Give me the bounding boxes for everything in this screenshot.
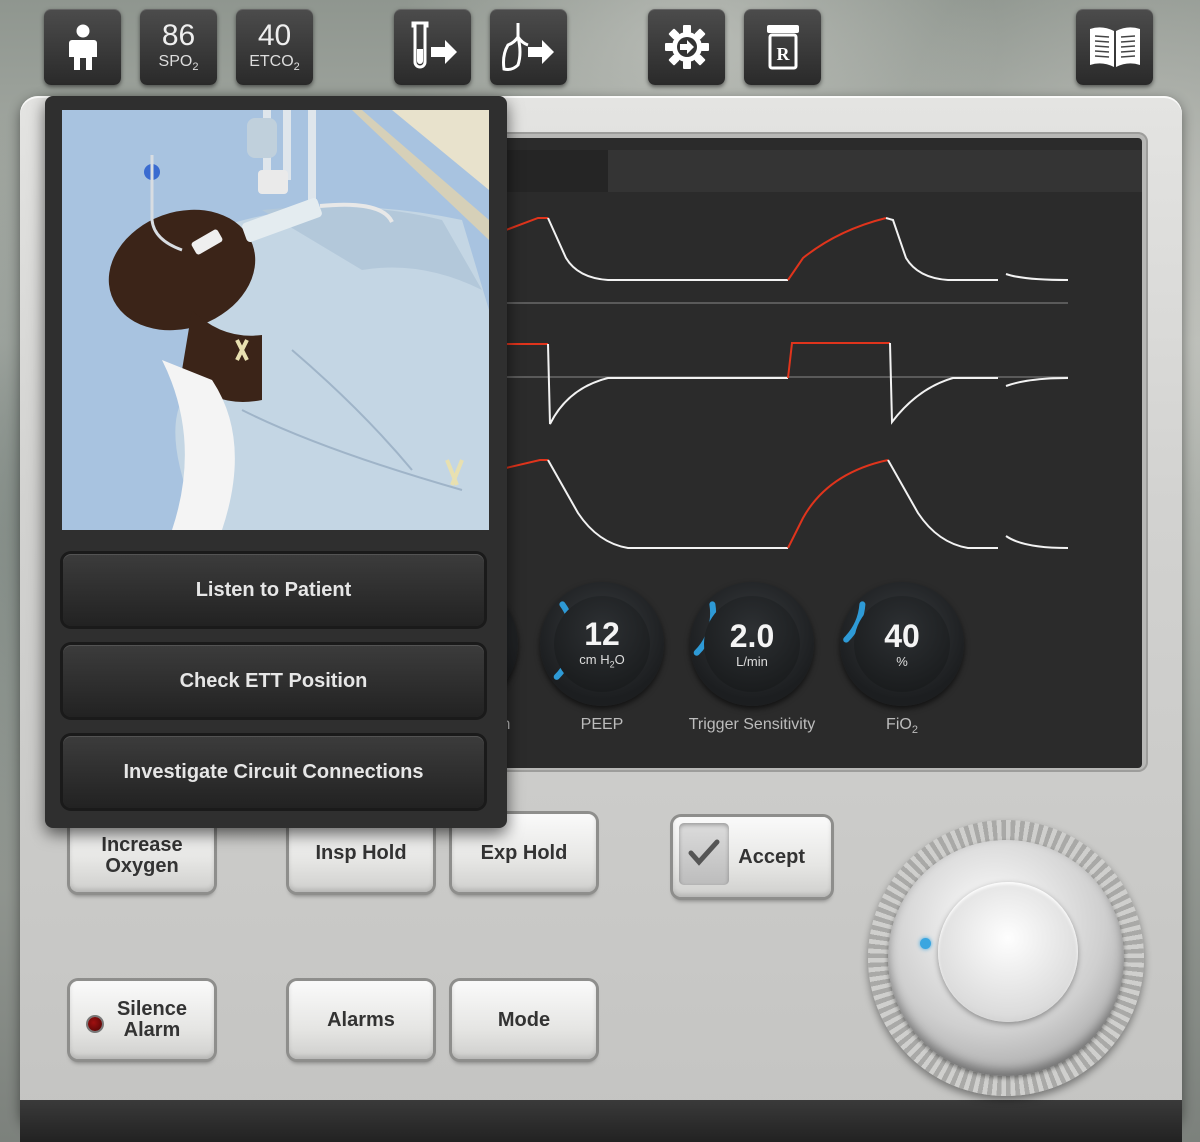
alarm-led-icon — [88, 1017, 102, 1031]
peep-unit: cm H2O — [579, 652, 625, 670]
fio2-knob-face: 40 % — [854, 596, 950, 692]
spo2-value: 86 — [161, 18, 196, 52]
lungs-button[interactable] — [490, 9, 567, 85]
settings-button[interactable] — [648, 9, 725, 85]
peep-value: 12 — [584, 616, 620, 653]
checkmark-icon — [679, 823, 729, 885]
volume-curve-insp-2 — [787, 459, 889, 549]
silence-alarm-label: Silence Alarm — [116, 998, 188, 1041]
ventilator-screen: h 12 cm H2O PEEP 2.0 L/min Trigger Sensi… — [478, 138, 1142, 768]
trigger-value: 2.0 — [729, 617, 775, 654]
flow-curve-exp — [547, 343, 788, 425]
pressure-curve-exp-3 — [1005, 273, 1069, 281]
etco2-label: ETCO2 — [249, 52, 300, 74]
fio2-knob[interactable]: 40 % — [840, 582, 964, 706]
labs-button[interactable] — [394, 9, 471, 85]
accept-button[interactable]: Accept — [673, 817, 831, 897]
silence-alarm-button[interactable]: Silence Alarm — [70, 981, 214, 1059]
volume-curve-exp-3 — [1005, 535, 1069, 549]
pressure-curve-insp-2 — [787, 217, 887, 281]
gear-arrow-icon — [664, 25, 709, 69]
accept-label: Accept — [738, 845, 805, 868]
open-book-icon — [1089, 27, 1140, 67]
alarms-button[interactable]: Alarms — [289, 981, 433, 1059]
peep-label: PEEP — [580, 716, 624, 733]
peep-knob-face: 12 cm H2O — [554, 596, 650, 692]
flow-curve-exp-2 — [889, 342, 998, 425]
fio2-unit: % — [896, 653, 908, 669]
spo2-label: SPO2 — [158, 52, 199, 74]
trigger-unit: L/min — [736, 653, 768, 669]
reference-book-button[interactable] — [1076, 9, 1153, 85]
flow-curve-insp-2 — [787, 342, 890, 379]
mode-button[interactable]: Mode — [452, 981, 596, 1059]
lungs-arrow-icon — [501, 23, 554, 71]
etco2-value: 40 — [257, 18, 292, 52]
fio2-value: 40 — [884, 617, 920, 654]
patient-button[interactable] — [44, 9, 121, 85]
peep-knob[interactable]: 12 cm H2O — [540, 582, 664, 706]
ventilator-base — [20, 1100, 1182, 1142]
dial-indicator-icon — [920, 938, 931, 949]
trigger-sensitivity-knob[interactable]: 2.0 L/min — [690, 582, 814, 706]
svg-text:R: R — [776, 44, 790, 64]
spo2-vital[interactable]: 86 SPO2 — [140, 9, 217, 85]
flow-curve-exp-3 — [1005, 377, 1069, 387]
volume-curve-exp-2 — [887, 459, 998, 549]
prescription-button[interactable]: R — [744, 9, 821, 85]
etco2-vital[interactable]: 40 ETCO2 — [236, 9, 313, 85]
pressure-curve-exp-2 — [885, 217, 998, 281]
person-icon — [68, 24, 97, 70]
control-dial-cap[interactable] — [938, 882, 1078, 1022]
volume-curve-insp — [505, 459, 548, 469]
trigger-sensitivity-label: Trigger Sensitivity — [688, 716, 816, 733]
volume-curve-exp — [547, 459, 788, 549]
pressure-curve-exp — [547, 217, 788, 281]
test-tube-arrow-icon — [411, 21, 457, 69]
fio2-label: FiO2 — [886, 716, 918, 737]
investigate-circuit-connections-button[interactable]: Investigate Circuit Connections — [63, 736, 484, 808]
check-ett-position-button[interactable]: Check ETT Position — [63, 645, 484, 717]
pressure-curve-insp — [505, 217, 548, 231]
listen-to-patient-button[interactable]: Listen to Patient — [63, 554, 484, 626]
patient-image — [62, 110, 489, 530]
trigger-knob-face: 2.0 L/min — [704, 596, 800, 692]
prescription-icon: R — [766, 25, 799, 70]
